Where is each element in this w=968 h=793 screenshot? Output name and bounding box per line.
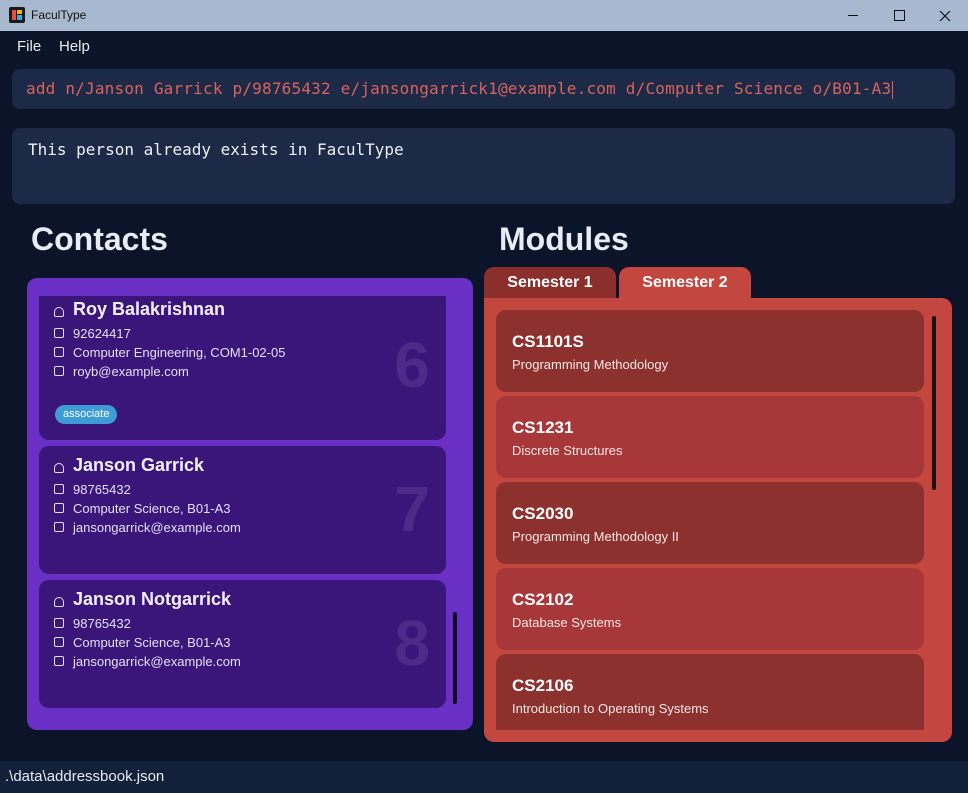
contact-index: 8 — [394, 607, 430, 679]
result-display: This person already exists in FaculType — [12, 128, 955, 204]
tab-semester-1[interactable]: Semester 1 — [484, 267, 616, 299]
contacts-title: Contacts — [31, 221, 168, 257]
module-code: CS2106 — [512, 676, 574, 695]
module-card[interactable]: CS2106 Introduction to Operating Systems — [496, 654, 924, 730]
module-name: Programming Methodology II — [512, 529, 679, 544]
briefcase-icon — [54, 347, 64, 357]
module-code: CS2030 — [512, 504, 574, 523]
person-icon — [54, 463, 64, 473]
module-name: Database Systems — [512, 615, 622, 630]
contact-card[interactable]: Janson Garrick 98765432 Computer Science… — [39, 446, 446, 574]
contacts-list[interactable]: Roy Balakrishnan 92624417 Computer Engin… — [39, 296, 446, 710]
menu-file[interactable]: File — [17, 38, 41, 55]
contact-tag: associate — [55, 405, 118, 424]
contact-email: royb@example.com — [73, 364, 189, 379]
menu-bar: File Help — [0, 31, 968, 61]
contact-email: jansongarrick@example.com — [73, 520, 241, 535]
result-message: This person already exists in FaculType — [28, 140, 404, 159]
module-card[interactable]: CS2102 Database Systems — [496, 568, 924, 650]
contact-office: Computer Science, B01-A3 — [73, 635, 231, 650]
module-card[interactable]: CS1101S Programming Methodology — [496, 310, 924, 392]
module-card[interactable]: CS2030 Programming Methodology II — [496, 482, 924, 564]
title-bar: FaculType — [0, 0, 968, 31]
briefcase-icon — [54, 503, 64, 513]
phone-icon — [54, 328, 64, 338]
modules-scrollbar[interactable] — [932, 316, 936, 490]
module-code: CS1101S — [512, 332, 584, 351]
command-input[interactable]: add n/Janson Garrick p/98765432 e/janson… — [12, 69, 955, 109]
minimize-icon — [848, 15, 858, 16]
contacts-scrollbar[interactable] — [453, 612, 457, 704]
phone-icon — [54, 484, 64, 494]
module-name: Introduction to Operating Systems — [512, 701, 709, 716]
phone-icon — [54, 618, 64, 628]
status-bar: .\data\addressbook.json — [0, 761, 968, 793]
maximize-button[interactable] — [876, 0, 922, 31]
text-cursor — [892, 80, 894, 99]
contacts-panel: Roy Balakrishnan 92624417 Computer Engin… — [27, 278, 473, 730]
maximize-icon — [893, 10, 905, 21]
module-card[interactable]: CS1231 Discrete Structures — [496, 396, 924, 478]
minimize-button[interactable] — [830, 0, 876, 31]
contact-card[interactable]: Roy Balakrishnan 92624417 Computer Engin… — [39, 296, 446, 440]
close-icon — [939, 10, 951, 21]
briefcase-icon — [54, 637, 64, 647]
tab-semester-2[interactable]: Semester 2 — [619, 267, 751, 299]
contact-office: Computer Science, B01-A3 — [73, 501, 231, 516]
modules-panel: CS1101S Programming Methodology CS1231 D… — [484, 298, 952, 742]
close-button[interactable] — [922, 0, 968, 31]
mail-icon — [54, 656, 64, 666]
contact-card[interactable]: Janson Notgarrick 98765432 Computer Scie… — [39, 580, 446, 708]
menu-help[interactable]: Help — [59, 38, 90, 55]
mail-icon — [54, 522, 64, 532]
contact-email: jansongarrick@example.com — [73, 654, 241, 669]
command-text: add n/Janson Garrick p/98765432 e/janson… — [26, 79, 892, 98]
person-icon — [54, 597, 64, 607]
module-code: CS2102 — [512, 590, 574, 609]
command-input-value: add n/Janson Garrick p/98765432 e/janson… — [26, 79, 894, 99]
contact-office: Computer Engineering, COM1-02-05 — [73, 345, 286, 360]
module-name: Discrete Structures — [512, 443, 623, 458]
contact-name: Roy Balakrishnan — [73, 299, 226, 319]
module-code: CS1231 — [512, 418, 574, 437]
save-location: .\data\addressbook.json — [5, 768, 165, 785]
person-icon — [54, 307, 64, 317]
app-icon — [9, 7, 25, 23]
contact-phone: 98765432 — [73, 482, 131, 497]
contact-name: Janson Notgarrick — [73, 589, 232, 609]
contact-index: 6 — [394, 329, 430, 401]
mail-icon — [54, 366, 64, 376]
module-name: Programming Methodology — [512, 357, 669, 372]
contact-phone: 92624417 — [73, 326, 131, 341]
modules-title: Modules — [499, 221, 629, 257]
contact-name: Janson Garrick — [73, 455, 205, 475]
contact-index: 7 — [394, 473, 430, 545]
window-title: FaculType — [31, 8, 87, 22]
contact-phone: 98765432 — [73, 616, 131, 631]
